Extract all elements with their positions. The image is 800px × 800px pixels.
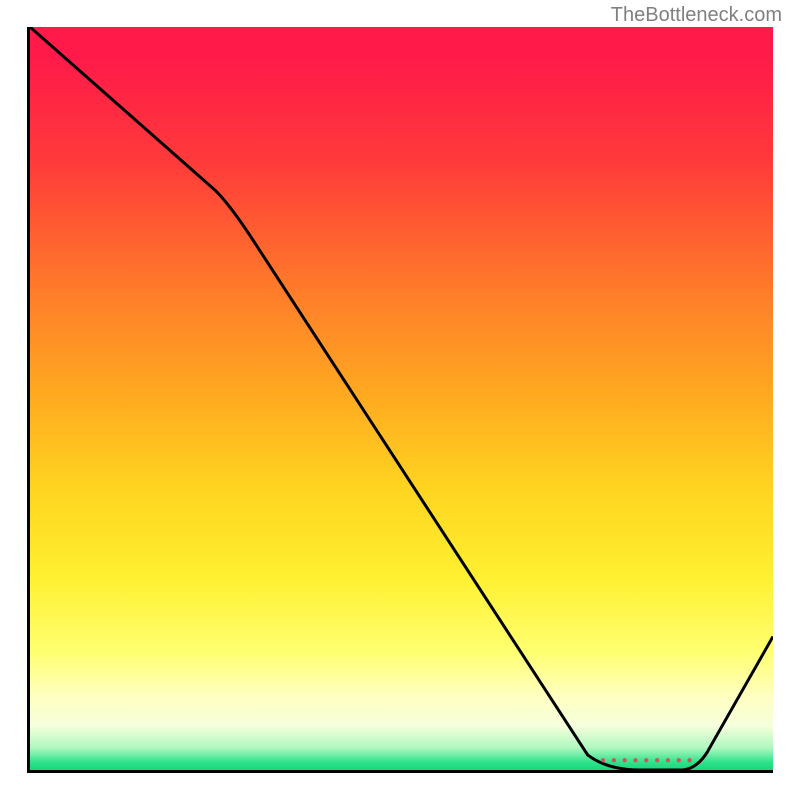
- heat-gradient-background: [30, 27, 773, 770]
- watermark-text: TheBottleneck.com: [611, 4, 782, 27]
- chart-plot-area: ● ● ● ● ● ● ● ● ●: [27, 27, 773, 773]
- optimal-zone-marker: ● ● ● ● ● ● ● ● ●: [600, 755, 694, 766]
